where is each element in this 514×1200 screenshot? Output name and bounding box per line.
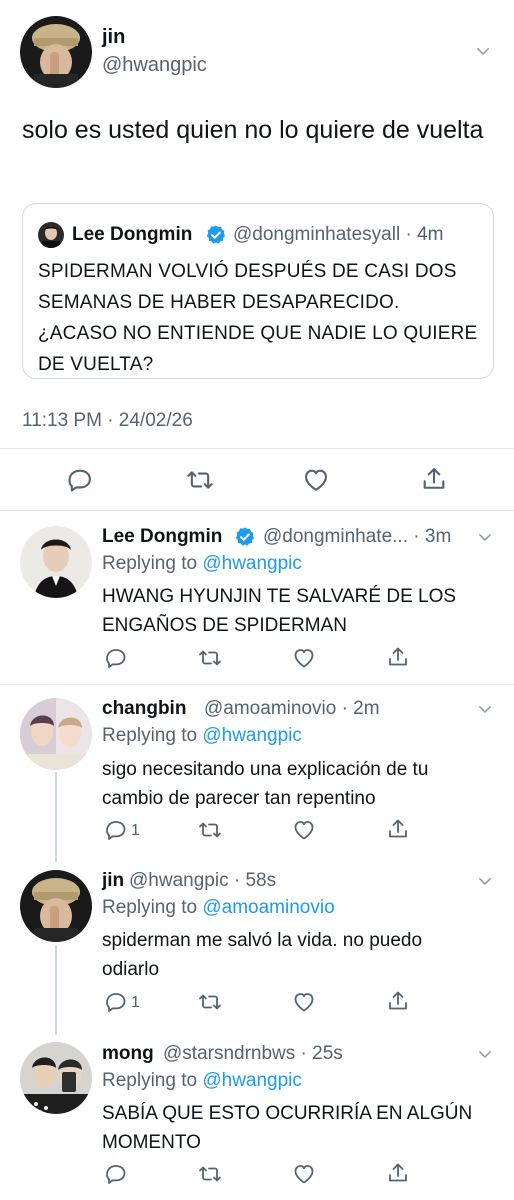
share-icon[interactable] xyxy=(386,1161,410,1185)
chevron-down-icon[interactable] xyxy=(474,42,492,60)
avatar-mong[interactable] xyxy=(20,1042,92,1114)
replying-to-label: Replying to xyxy=(102,897,203,918)
heart-icon[interactable] xyxy=(292,818,316,842)
reply-text: HWANG HYUNJIN TE SALVARÉ DE LOS ENGAÑOS … xyxy=(102,586,457,636)
retweet-icon[interactable] xyxy=(198,818,222,842)
avatar-lee-dongmin-small xyxy=(38,222,64,248)
verified-badge-icon xyxy=(234,526,256,548)
reply-count: 1 xyxy=(131,994,140,1011)
heart-icon[interactable] xyxy=(292,1162,316,1186)
replying-to-link[interactable]: @hwangpic xyxy=(202,553,302,574)
reply-icon[interactable] xyxy=(104,990,128,1014)
reply-author-name[interactable]: Lee Dongmin xyxy=(102,526,222,548)
heart-icon[interactable] xyxy=(292,990,316,1014)
divider xyxy=(0,448,514,449)
quoted-author-handle: @dongminhatesyall · 4m xyxy=(233,224,444,245)
replying-to[interactable]: Replying to @hwangpic xyxy=(102,725,302,747)
reply-icon[interactable] xyxy=(104,1162,128,1186)
replying-to-label: Replying to xyxy=(102,1070,203,1091)
divider xyxy=(0,684,514,685)
share-icon[interactable] xyxy=(386,817,410,841)
reply-author-name[interactable]: changbin xyxy=(102,698,186,720)
chevron-down-icon[interactable] xyxy=(476,872,494,890)
reply-text: SABÍA QUE ESTO OCURRIRÍA EN ALGÚN MOMENT… xyxy=(102,1103,473,1153)
thread-connector-line xyxy=(55,945,57,1035)
author-handle[interactable]: @hwangpic xyxy=(102,54,207,77)
retweet-icon[interactable] xyxy=(186,466,214,494)
chevron-down-icon[interactable] xyxy=(476,528,494,546)
replying-to-link[interactable]: @hwangpic xyxy=(202,1070,302,1091)
retweet-icon[interactable] xyxy=(198,646,222,670)
reply-author-handle[interactable]: @hwangpic · 58s xyxy=(129,870,276,892)
reply-icon[interactable] xyxy=(66,466,94,494)
reply-author-handle[interactable]: @amoaminovio · 2m xyxy=(204,698,380,720)
replying-to[interactable]: Replying to @hwangpic xyxy=(102,1070,302,1092)
reply-count: 1 xyxy=(131,822,140,839)
reply-author-name[interactable]: mong xyxy=(102,1043,154,1065)
replying-to-link[interactable]: @amoaminovio xyxy=(202,897,334,918)
replying-to[interactable]: Replying to @hwangpic xyxy=(102,553,302,575)
heart-icon[interactable] xyxy=(292,646,316,670)
avatar-jin[interactable] xyxy=(20,870,92,942)
share-icon[interactable] xyxy=(420,465,448,493)
tweet-text: solo es usted quien no lo quiere de vuel… xyxy=(22,116,484,144)
quoted-tweet-text: SPIDERMAN VOLVIÓ DESPUÉS DE CASI DOS SEM… xyxy=(38,261,478,375)
tweet-timestamp[interactable]: 11:13 PM · 24/02/26 xyxy=(22,410,193,432)
retweet-icon[interactable] xyxy=(198,990,222,1014)
chevron-down-icon[interactable] xyxy=(476,700,494,718)
verified-badge-icon xyxy=(205,224,227,246)
divider xyxy=(0,510,514,511)
reply-icon[interactable] xyxy=(104,646,128,670)
reply-author-name[interactable]: jin xyxy=(102,870,124,892)
heart-icon[interactable] xyxy=(302,466,330,494)
reply-icon[interactable] xyxy=(104,818,128,842)
replying-to-label: Replying to xyxy=(102,725,203,746)
replying-to-label: Replying to xyxy=(102,553,203,574)
reply-author-handle[interactable]: @dongminhate... · 3m xyxy=(263,526,451,548)
quoted-author-name: Lee Dongmin xyxy=(72,224,193,245)
replying-to[interactable]: Replying to @amoaminovio xyxy=(102,897,335,919)
retweet-icon[interactable] xyxy=(198,1162,222,1186)
reply-text: spiderman me salvó la vida. no puedo odi… xyxy=(102,930,423,980)
thread-connector-line xyxy=(55,772,57,862)
reply-author-handle[interactable]: @starsndrnbws · 25s xyxy=(163,1043,343,1065)
author-name[interactable]: jin xyxy=(102,26,125,49)
replying-to-link[interactable]: @hwangpic xyxy=(202,725,302,746)
avatar-changbin[interactable] xyxy=(20,698,92,770)
chevron-down-icon[interactable] xyxy=(476,1045,494,1063)
share-icon[interactable] xyxy=(386,645,410,669)
reply-text: sigo necesitando una explicación de tu c… xyxy=(102,759,429,809)
avatar-jin[interactable] xyxy=(20,16,92,88)
share-icon[interactable] xyxy=(386,989,410,1013)
avatar-lee-dongmin[interactable] xyxy=(20,526,92,598)
